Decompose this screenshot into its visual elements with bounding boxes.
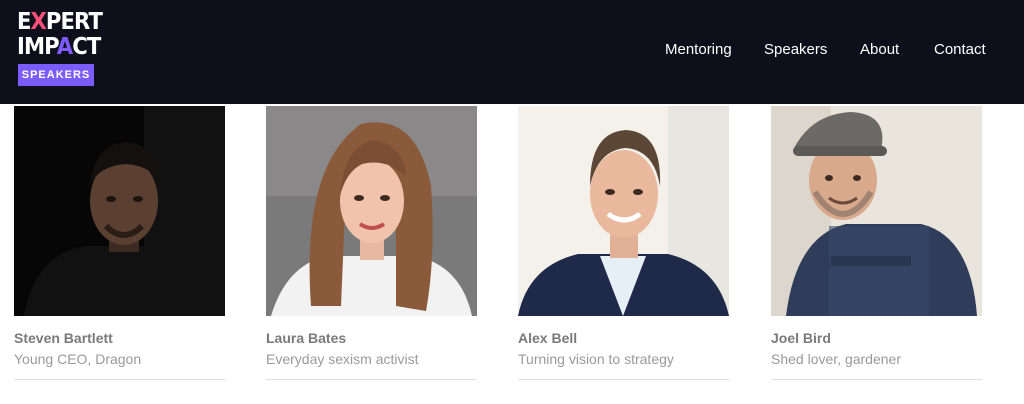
speaker-name[interactable]: Laura Bates (266, 330, 346, 346)
speaker-card[interactable]: Joel Bird Shed lover, gardener (771, 106, 982, 382)
speaker-tagline: Turning vision to strategy (518, 351, 674, 367)
card-divider (266, 379, 477, 380)
portrait-image (266, 106, 477, 316)
portrait-image (771, 106, 982, 316)
card-divider (518, 379, 729, 380)
speaker-card[interactable]: Laura Bates Everyday sexism activist (266, 106, 477, 382)
nav-about[interactable]: About (860, 41, 899, 59)
speaker-card[interactable]: Alex Bell Turning vision to strategy (518, 106, 729, 382)
site-header: EXPERT IMPACT SPEAKERS Mentoring Speaker… (0, 0, 1024, 104)
card-divider (771, 379, 982, 380)
portrait-image (518, 106, 729, 316)
speaker-photo[interactable] (518, 106, 729, 316)
speaker-tagline: Young CEO, Dragon (14, 351, 142, 367)
nav-speakers[interactable]: Speakers (764, 41, 827, 59)
speaker-card[interactable]: Steven Bartlett Young CEO, Dragon (14, 106, 225, 382)
speaker-tagline: Everyday sexism activist (266, 351, 419, 367)
speaker-tagline: Shed lover, gardener (771, 351, 901, 367)
speaker-photo[interactable] (14, 106, 225, 316)
logo-line-1: EXPERT (17, 9, 103, 35)
card-divider (14, 379, 225, 380)
nav-mentoring[interactable]: Mentoring (665, 41, 732, 59)
speaker-photo[interactable] (771, 106, 982, 316)
speaker-name[interactable]: Alex Bell (518, 330, 577, 346)
logo-speakers-badge: SPEAKERS (18, 64, 94, 86)
speaker-name[interactable]: Joel Bird (771, 330, 831, 346)
nav-contact[interactable]: Contact (934, 41, 986, 59)
speaker-name[interactable]: Steven Bartlett (14, 330, 113, 346)
speaker-photo[interactable] (266, 106, 477, 316)
portrait-image (14, 106, 225, 316)
main-nav: Mentoring Speakers About Contact (0, 41, 1024, 59)
